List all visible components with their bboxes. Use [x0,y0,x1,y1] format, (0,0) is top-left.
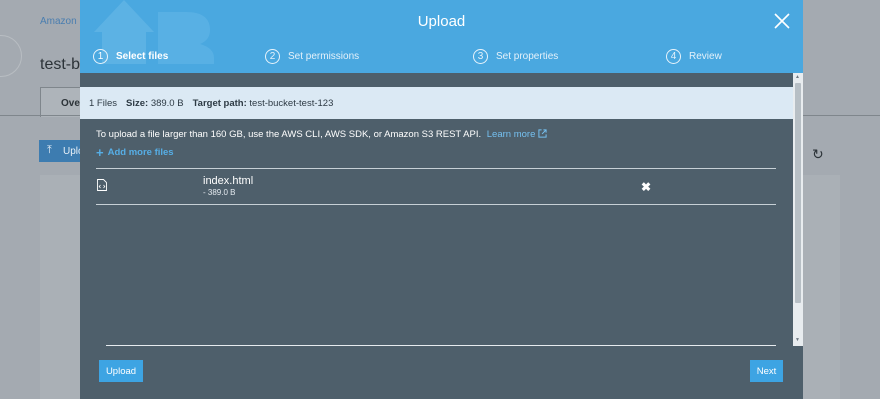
file-row: index.html - 389.0 B ✖ [96,169,776,204]
target-path-value: test-bucket-test-123 [249,97,334,109]
close-icon[interactable] [773,12,791,30]
scroll-up-icon[interactable]: ▲ [795,74,800,80]
scroll-thumb[interactable] [795,83,801,303]
target-path-label: Target path: [192,97,247,109]
external-link-icon [538,129,547,138]
learn-more-link[interactable]: Learn more [487,129,547,140]
modal-header: Upload 1 Select files 2 Set permissions … [80,0,803,73]
add-more-label: Add more files [107,147,174,158]
size-value: 389.0 B [150,97,184,109]
upload-modal: Upload 1 Select files 2 Set permissions … [80,0,803,399]
file-size: - 389.0 B [203,188,236,197]
step-label: Select files [116,50,169,62]
modal-scrollbar[interactable]: ▲ ▼ [793,73,803,346]
upload-button[interactable]: Upload [99,360,143,382]
file-code-icon [97,179,107,191]
step-number: 2 [265,48,280,64]
step-set-properties[interactable]: 3 Set properties [473,46,558,66]
next-button[interactable]: Next [750,360,783,382]
file-name: index.html [203,175,254,187]
step-set-permissions[interactable]: 2 Set permissions [265,46,359,66]
info-message: To upload a file larger than 160 GB, use… [96,129,482,140]
large-file-info: To upload a file larger than 160 GB, use… [96,129,547,140]
background-decoration [0,35,22,77]
upload-icon: ⤒ [47,144,52,156]
upload-summary-bar: 1 Files Size: 389.0 B Target path: test-… [80,87,794,119]
refresh-icon[interactable]: ↻ [812,146,824,163]
scroll-down-icon[interactable]: ▼ [795,337,800,343]
step-number: 1 [93,48,108,64]
plus-icon: + [96,144,104,160]
step-label: Set properties [496,50,559,62]
step-number: 3 [473,48,488,64]
step-review[interactable]: 4 Review [666,46,722,66]
footer-divider [106,345,776,346]
file-count: 1 Files [89,97,117,109]
add-more-files-button[interactable]: + Add more files [96,144,174,160]
size-label: Size: [125,97,149,109]
step-label: Review [689,50,722,62]
wizard-steps: 1 Select files 2 Set permissions 3 Set p… [80,46,803,66]
learn-more-label: Learn more [486,129,536,140]
tab-overview-label: Ove [61,98,80,109]
step-label: Set permissions [288,50,360,62]
step-number: 4 [666,48,681,64]
step-select-files[interactable]: 1 Select files [93,46,168,66]
remove-file-icon[interactable]: ✖ [641,180,651,194]
file-list-bottom-divider [96,204,776,205]
modal-title: Upload [417,13,466,30]
